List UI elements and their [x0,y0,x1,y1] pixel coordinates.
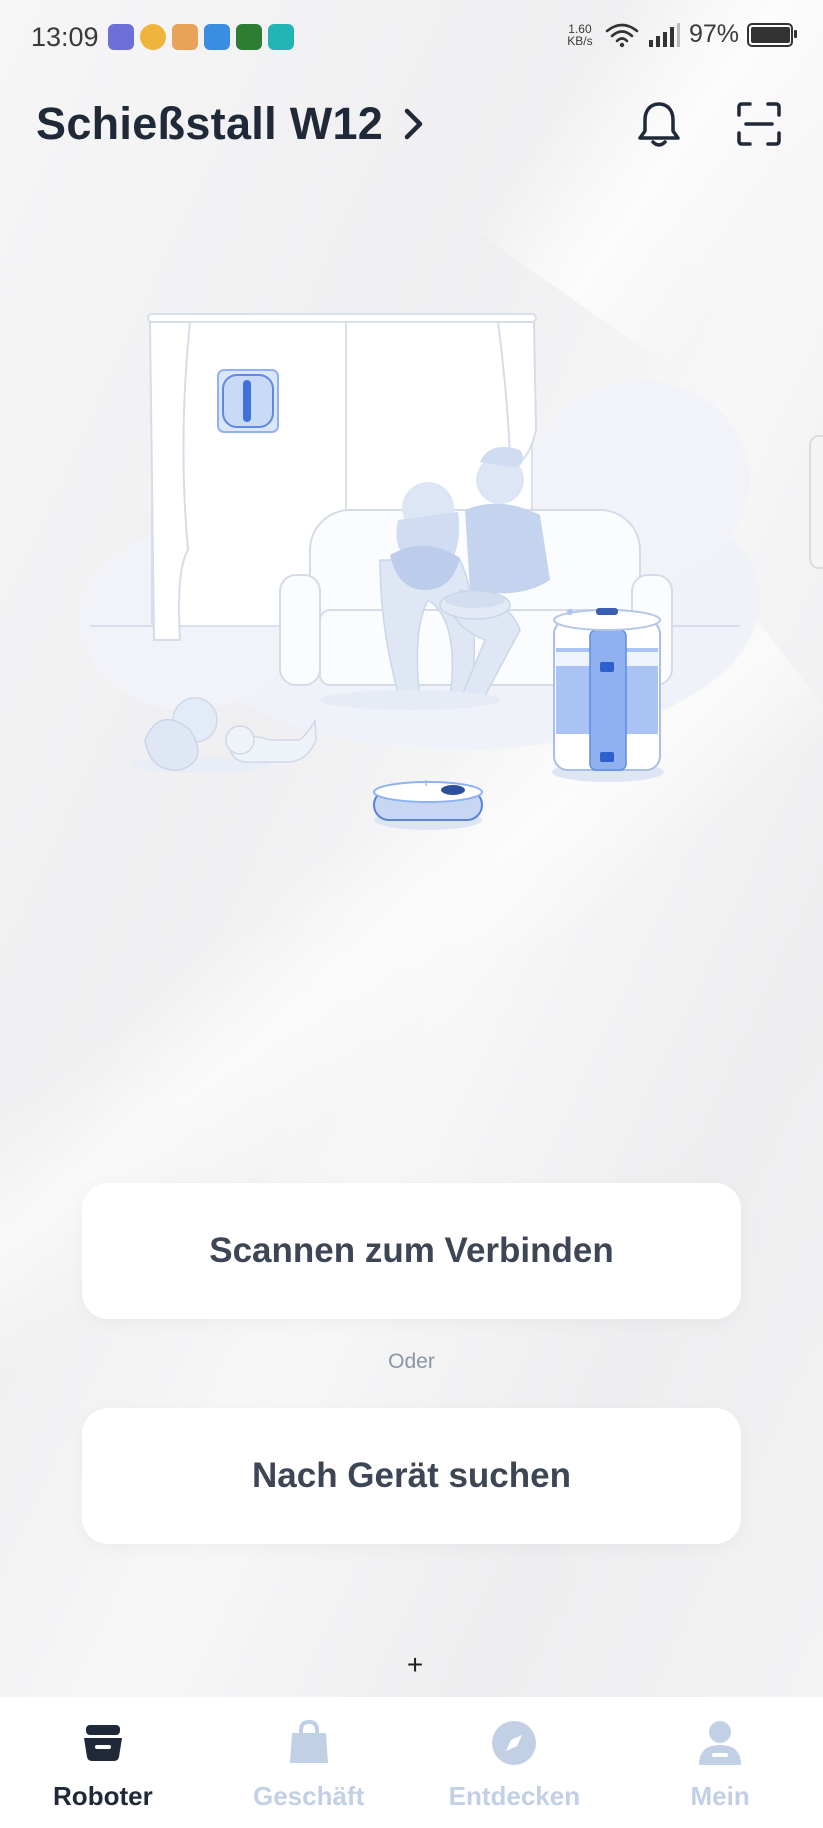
network-speed: 1.60 KB/s [563,23,597,47]
user-icon [699,1721,742,1765]
network-speed-value: 1.60 [568,21,592,36]
nav-label-discover: Entdecken [448,1781,581,1811]
bell-icon [638,102,680,147]
compass-icon [492,1721,537,1765]
status-time: 13:09 [31,22,99,52]
add-device-button[interactable]: + [400,1650,430,1680]
shopping-icon [172,24,198,50]
home-robot-illustration [80,313,760,830]
app-icon [204,24,230,50]
system-indicators: 1.60 KB/s 97% [563,20,797,49]
notifications-button[interactable] [633,98,685,150]
battery-percent: 97% [688,20,739,48]
home-selector[interactable]: Schießstall W12 [36,98,425,150]
nav-item-shop[interactable]: Geschäft [206,1697,412,1828]
or-separator: Oder [388,1350,435,1373]
status-bar: 13:09 1.60 KB/s 97% [0,0,823,76]
scan-icon [737,102,781,146]
shopping-bag-icon [289,1719,328,1763]
teams-icon [108,24,134,50]
search-device-button[interactable]: Nach Gerät suchen [82,1408,741,1544]
chevron-right-icon [404,108,423,140]
nav-item-discover[interactable]: Entdecken [412,1697,618,1828]
nav-label-shop: Geschäft [252,1781,365,1811]
battery-icon [747,22,797,47]
app-icon-2 [268,24,294,50]
scan-button[interactable] [733,98,785,150]
browser-icon [140,24,166,50]
nav-item-robot[interactable]: Roboter [0,1697,206,1828]
notification-icons [108,24,294,50]
scan-to-connect-button[interactable]: Scannen zum Verbinden [82,1183,741,1319]
network-speed-unit: KB/s [567,33,593,48]
wifi-icon [605,23,639,47]
page-title: Schießstall W12 [36,98,384,149]
security-icon [236,24,262,50]
robot-icon [83,1725,122,1761]
nav-label-robot: Roboter [53,1781,153,1811]
nav-label-me: Mein [690,1781,750,1811]
bottom-navigation: Roboter Geschäft Entdecken Mein [0,1697,823,1828]
side-edge-handle[interactable] [809,435,823,569]
nav-item-me[interactable]: Mein [617,1697,823,1828]
signal-icon [648,22,680,47]
